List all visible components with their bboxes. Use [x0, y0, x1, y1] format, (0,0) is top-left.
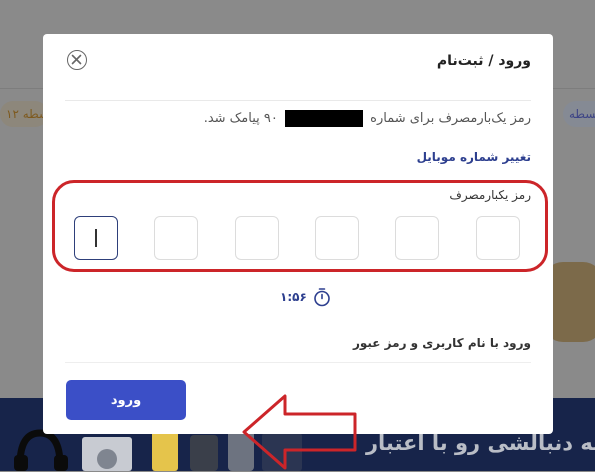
- otp-digit-5[interactable]: [154, 216, 198, 260]
- change-phone-number-link[interactable]: تغییر شماره موبایل: [417, 150, 531, 164]
- close-button[interactable]: [67, 50, 87, 70]
- masked-phone-number: [285, 110, 364, 127]
- otp-digit-2[interactable]: [395, 216, 439, 260]
- login-with-password-link[interactable]: ورود با نام کاربری و رمز عبور: [353, 336, 531, 350]
- close-icon: [71, 54, 82, 65]
- modal-title: ورود / ثبت‌نام: [436, 53, 531, 69]
- modal-footer-divider: [65, 362, 531, 363]
- otp-digit-4[interactable]: [235, 216, 279, 260]
- otp-digit-3[interactable]: [315, 216, 359, 260]
- background-banner-text: به دنبالشی رو با اعتبار: [365, 431, 595, 455]
- login-button[interactable]: ورود: [66, 380, 186, 420]
- otp-label: رمز یکبارمصرف: [449, 188, 531, 202]
- stopwatch-icon: [313, 288, 330, 307]
- resend-timer: ۱:۵۶: [280, 287, 331, 307]
- modal-header-divider: [65, 100, 531, 101]
- otp-sent-message-start: رمز یک‌بارمصرف برای شماره: [370, 111, 531, 126]
- annotation-arrow-icon: [242, 394, 357, 470]
- login-modal: ورود / ثبت‌نام رمز یک‌بارمصرف برای شماره…: [43, 34, 553, 470]
- otp-sent-message: رمز یک‌بارمصرف برای شماره ۹۰ پیامک شد.: [204, 110, 531, 127]
- otp-sent-message-end: ۹۰ پیامک شد.: [203, 111, 278, 126]
- timer-value: ۱:۵۶: [280, 290, 307, 304]
- background-installment-chip: ۱۲ قسطه: [0, 101, 48, 127]
- background-installment-chip-right: قسطه: [563, 101, 595, 127]
- otp-digit-1[interactable]: [476, 216, 520, 260]
- otp-digit-6[interactable]: [74, 216, 118, 260]
- text-caret: [95, 229, 97, 247]
